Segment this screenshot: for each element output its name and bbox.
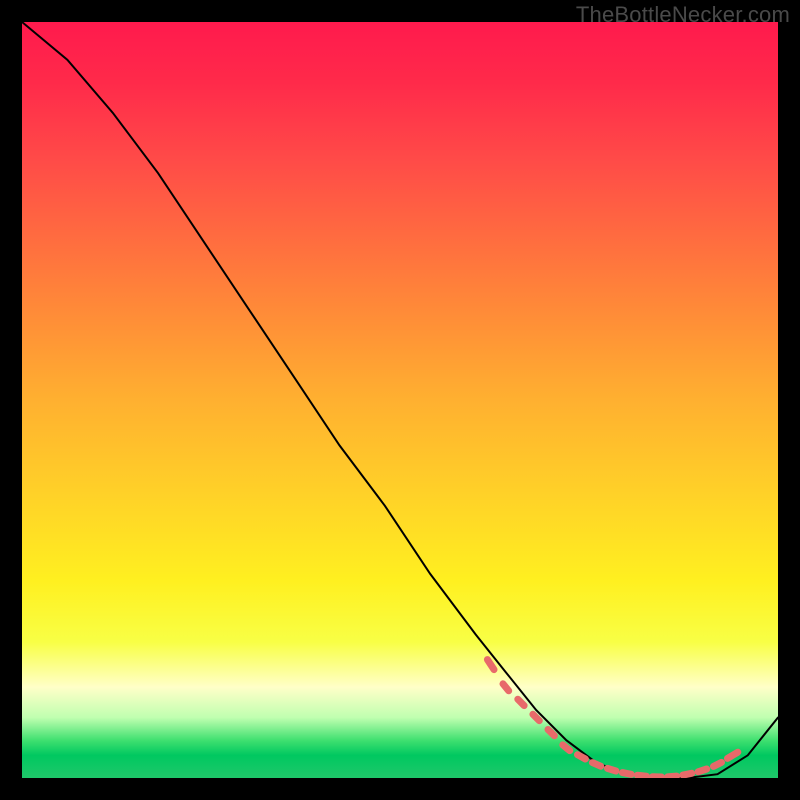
highlight-dash	[487, 660, 494, 670]
highlight-dash	[607, 768, 616, 771]
highlight-dash	[683, 773, 692, 775]
highlight-dash	[533, 714, 539, 720]
chart-frame: TheBottleNecker.com	[0, 0, 800, 800]
highlight-dash	[503, 684, 509, 691]
bottleneck-curve	[22, 22, 778, 778]
highlight-dots	[487, 660, 737, 777]
highlight-dash	[714, 762, 722, 766]
highlight-dash	[698, 769, 707, 772]
highlight-dash	[622, 773, 631, 775]
plot-area	[22, 22, 778, 778]
watermark-text: TheBottleNecker.com	[576, 2, 790, 28]
highlight-dash	[728, 752, 738, 758]
highlight-dash	[518, 699, 524, 705]
chart-svg	[22, 22, 778, 778]
highlight-dash	[637, 775, 646, 776]
highlight-dash	[668, 776, 677, 777]
highlight-dash	[592, 763, 600, 767]
highlight-dash	[548, 730, 554, 736]
highlight-dash	[578, 755, 586, 759]
highlight-dash	[563, 745, 570, 751]
